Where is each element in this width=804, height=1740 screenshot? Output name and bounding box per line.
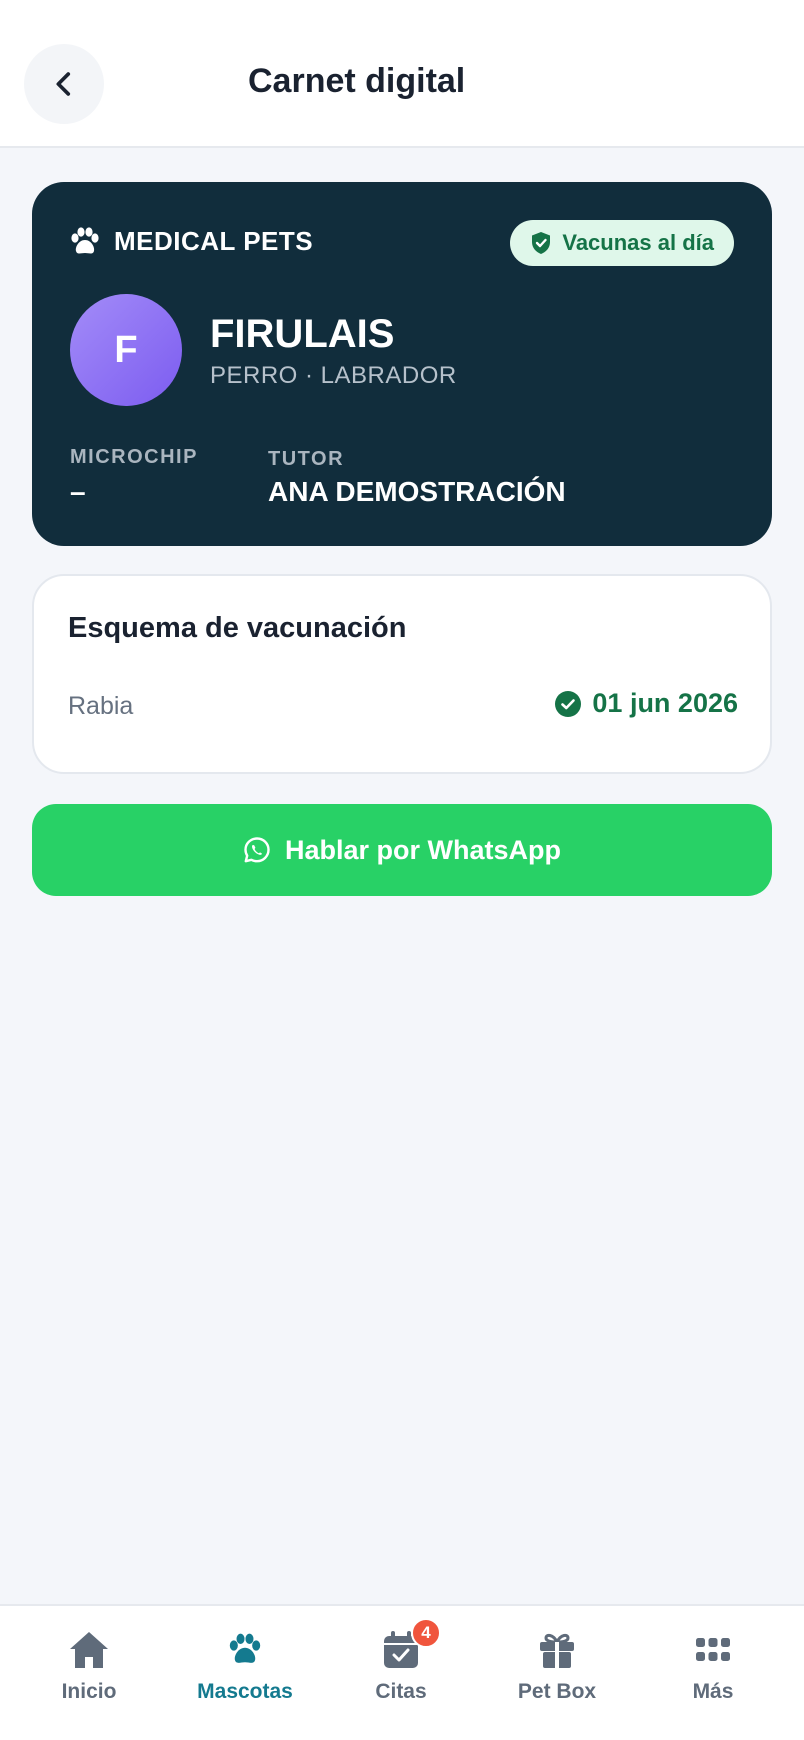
avatar: F xyxy=(70,294,182,406)
pet-species-breed: PERRO · LABRADOR xyxy=(210,362,457,389)
vaccination-schedule-card: Esquema de vacunación Rabia 01 jun 2026 xyxy=(32,574,772,774)
vaccine-date-row: 01 jun 2026 xyxy=(554,688,738,719)
nav-item-pet-box[interactable]: Pet Box xyxy=(482,1628,632,1728)
whatsapp-button[interactable]: Hablar por WhatsApp xyxy=(32,804,772,896)
nav-item-mascotas[interactable]: Mascotas xyxy=(170,1628,320,1728)
grid-icon xyxy=(696,1638,730,1661)
microchip-value: – xyxy=(70,476,86,507)
nav-item-inicio[interactable]: Inicio xyxy=(14,1628,164,1728)
status-badge-label: Vacunas al día xyxy=(562,230,714,255)
bottom-nav: Inicio Mascotas 4 Citas Pet Box Más xyxy=(0,1604,804,1740)
tutor-value: ANA DEMOSTRACIÓN xyxy=(268,476,566,507)
vaccine-date: 01 jun 2026 xyxy=(592,688,738,718)
gift-icon xyxy=(540,1633,574,1668)
check-circle-icon xyxy=(555,690,582,717)
chevron-left-icon xyxy=(56,72,71,96)
vaccine-name: Rabia xyxy=(68,692,134,720)
whatsapp-icon xyxy=(244,837,270,863)
pet-id-card: MEDICAL PETS Vacunas al día F FIRULAIS P… xyxy=(32,182,772,546)
back-button[interactable] xyxy=(24,44,104,124)
paw-icon xyxy=(71,226,99,253)
tutor-label: TUTOR xyxy=(268,448,345,470)
microchip-label: MICROCHIP xyxy=(70,446,198,468)
nav-item-citas[interactable]: 4 Citas xyxy=(326,1618,476,1728)
brand-name: MEDICAL PETS xyxy=(114,226,314,256)
nav-label-pet-box: Pet Box xyxy=(517,1680,597,1703)
brand: MEDICAL PETS xyxy=(68,226,313,257)
citas-badge: 4 xyxy=(411,1618,441,1648)
status-badge: Vacunas al día xyxy=(510,220,734,266)
nav-item-mas[interactable]: Más xyxy=(638,1628,788,1728)
home-icon xyxy=(70,1632,108,1668)
shield-check-icon xyxy=(532,232,551,254)
page-title: Carnet digital xyxy=(248,62,466,100)
vaccination-title: Esquema de vacunación xyxy=(68,612,407,644)
whatsapp-button-label: Hablar por WhatsApp xyxy=(284,834,561,865)
nav-label-mas: Más xyxy=(692,1680,734,1703)
nav-label-inicio: Inicio xyxy=(61,1680,117,1703)
nav-label-mascotas: Mascotas xyxy=(197,1680,293,1703)
paw-icon xyxy=(229,1633,261,1663)
nav-label-citas: Citas xyxy=(375,1680,427,1703)
app-header: Carnet digital xyxy=(0,0,804,148)
pet-name: FIRULAIS xyxy=(210,312,395,356)
